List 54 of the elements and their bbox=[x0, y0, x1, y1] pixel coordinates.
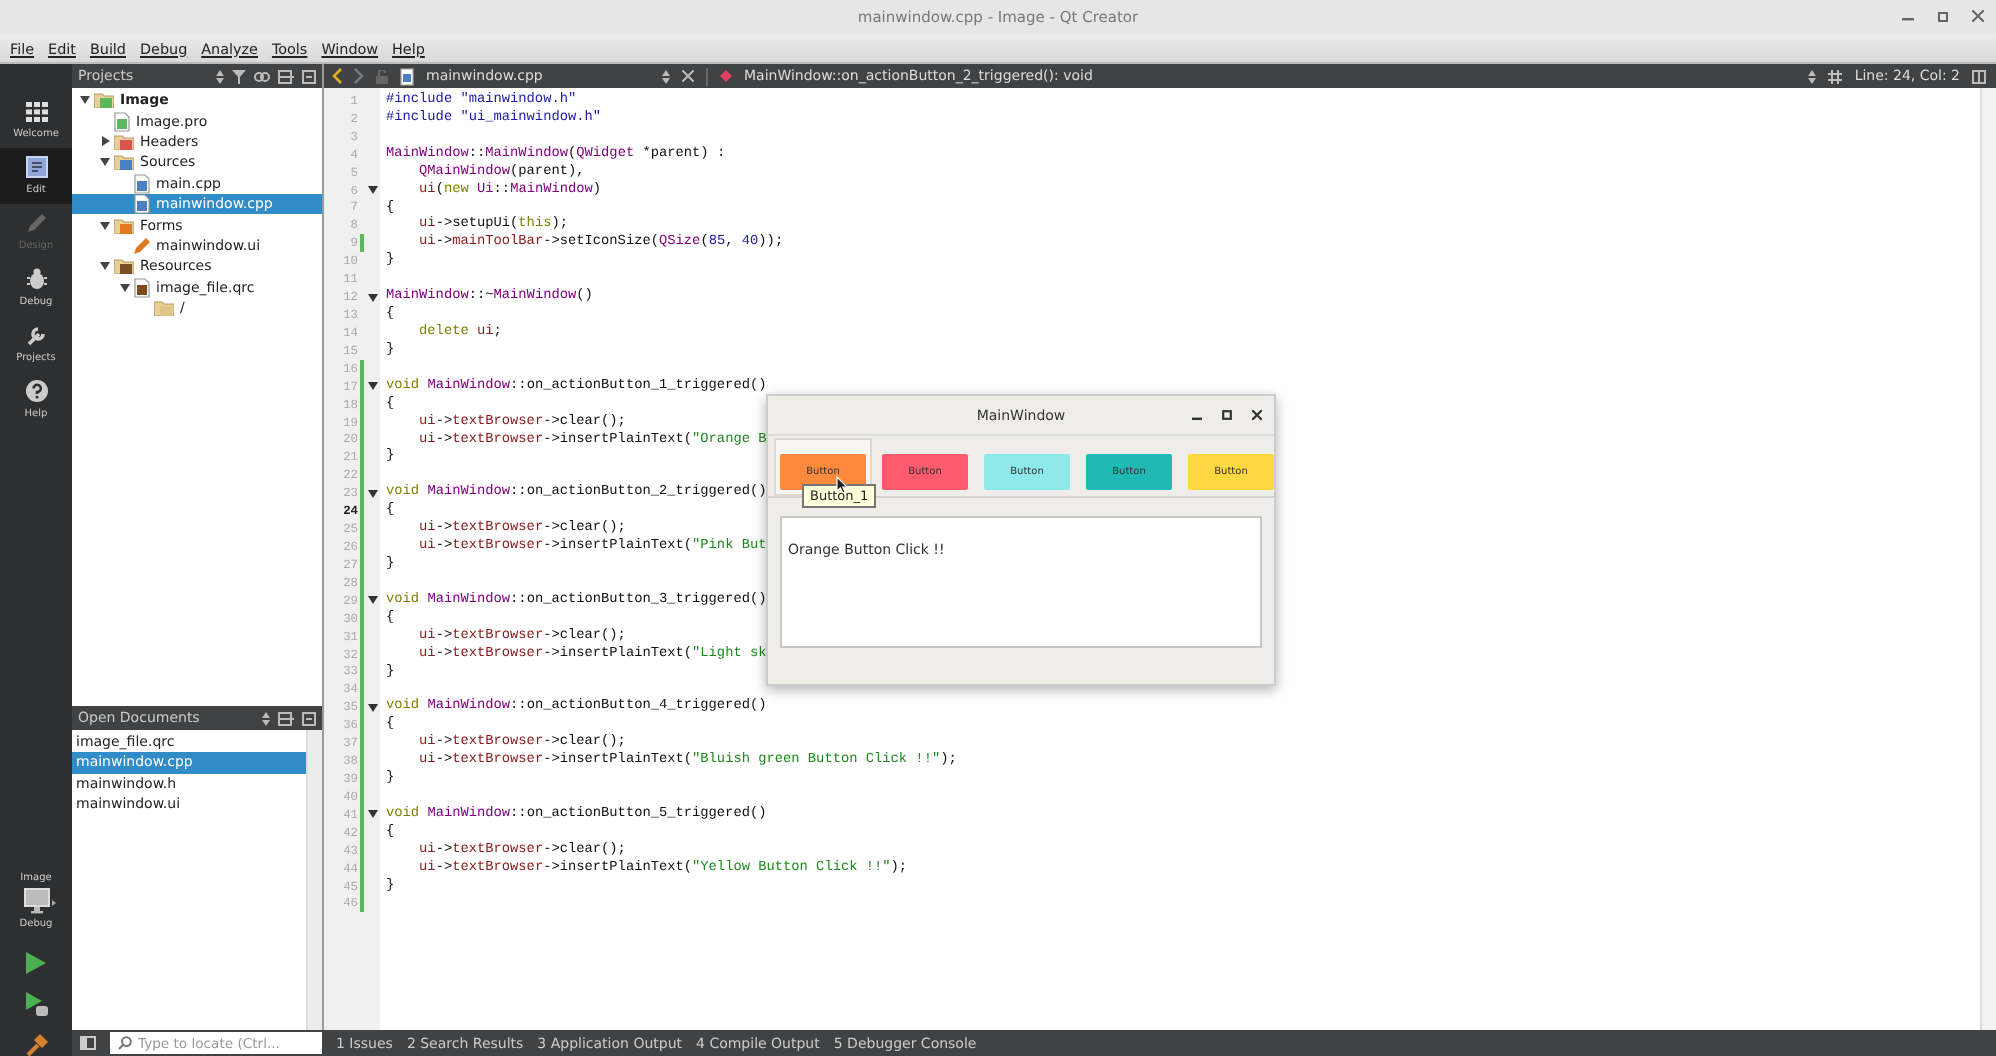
up-down-icon[interactable] bbox=[216, 69, 224, 83]
file-icon bbox=[134, 277, 150, 298]
expand-arrow-icon[interactable] bbox=[100, 221, 110, 230]
folder-icon bbox=[114, 154, 134, 171]
search-icon bbox=[118, 1036, 132, 1050]
close-icon[interactable] bbox=[682, 70, 694, 82]
bug-icon bbox=[25, 268, 47, 290]
debug-run-icon[interactable] bbox=[25, 992, 47, 1016]
close-icon[interactable] bbox=[1972, 10, 1984, 22]
run-icon[interactable] bbox=[26, 952, 46, 974]
expand-arrow-icon[interactable] bbox=[100, 158, 110, 167]
grid-icon bbox=[25, 101, 47, 121]
monitor-icon[interactable] bbox=[24, 888, 56, 914]
scrollbar[interactable] bbox=[1980, 88, 1996, 1030]
mouse-cursor-icon bbox=[836, 476, 848, 494]
pencil-icon bbox=[25, 212, 47, 234]
help-icon bbox=[25, 380, 47, 402]
split-icon[interactable] bbox=[278, 69, 294, 83]
close-pane-icon[interactable] bbox=[302, 69, 316, 83]
close-pane-icon[interactable] bbox=[302, 711, 316, 725]
sidebar-toggle-icon[interactable] bbox=[80, 1036, 96, 1050]
up-down-icon[interactable] bbox=[262, 711, 270, 725]
scrollbar[interactable] bbox=[306, 730, 322, 1030]
expand-arrow-icon[interactable] bbox=[80, 96, 90, 105]
folder-icon bbox=[114, 217, 134, 234]
split-icon[interactable] bbox=[278, 711, 294, 725]
hash-icon[interactable] bbox=[1828, 69, 1843, 83]
fold-arrow-icon[interactable] bbox=[368, 186, 378, 195]
collapse-arrow-icon[interactable] bbox=[101, 136, 109, 147]
up-down-icon[interactable] bbox=[662, 69, 670, 83]
pin-icon bbox=[720, 70, 732, 82]
hammer-icon[interactable] bbox=[25, 1034, 47, 1056]
folder-icon bbox=[154, 300, 174, 317]
link-icon[interactable] bbox=[254, 71, 270, 81]
folder-icon bbox=[114, 258, 134, 275]
expand-arrow-icon[interactable] bbox=[120, 283, 130, 292]
fold-arrow-icon[interactable] bbox=[368, 382, 378, 391]
wrench-icon bbox=[25, 324, 47, 346]
file-icon bbox=[114, 111, 130, 132]
expand-arrow-icon[interactable] bbox=[100, 262, 110, 271]
fold-arrow-icon[interactable] bbox=[368, 293, 378, 302]
fold-arrow-icon[interactable] bbox=[368, 596, 378, 605]
close-icon[interactable] bbox=[1252, 410, 1262, 420]
filter-icon[interactable] bbox=[232, 69, 246, 83]
fold-arrow-icon[interactable] bbox=[368, 810, 378, 819]
maximize-icon[interactable] bbox=[1938, 11, 1948, 21]
split-icon[interactable] bbox=[1972, 69, 1988, 83]
folder-icon bbox=[114, 133, 134, 150]
maximize-icon[interactable] bbox=[1222, 410, 1232, 420]
fold-arrow-icon[interactable] bbox=[368, 489, 378, 498]
document-icon bbox=[25, 156, 47, 178]
fold-arrow-icon[interactable] bbox=[368, 703, 378, 712]
up-down-icon[interactable] bbox=[1808, 69, 1817, 83]
folder-icon bbox=[94, 92, 114, 109]
